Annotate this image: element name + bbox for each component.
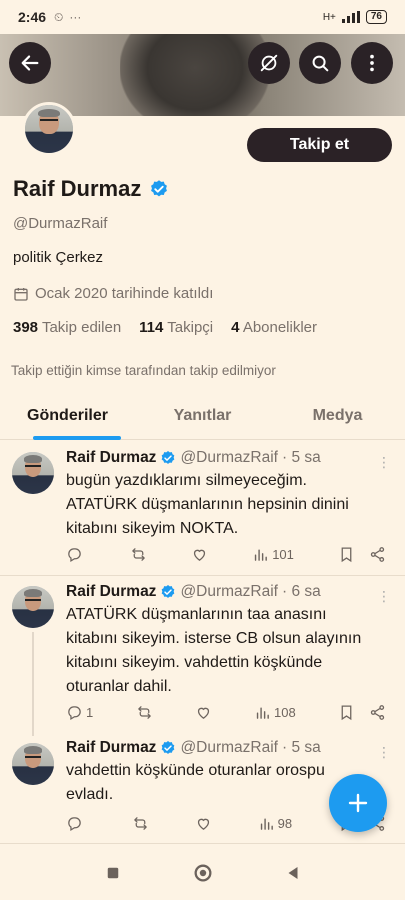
joined-text: Ocak 2020 tarihinde katıldı xyxy=(35,285,214,302)
tweet-text: ATATÜRK düşmanlarının taa anasını kitabı… xyxy=(66,606,362,695)
tweet-extra-actions xyxy=(338,546,386,563)
alarm-icon: ⏲ xyxy=(54,9,64,24)
profile-handle: @DurmazRaif xyxy=(13,215,108,232)
profile-stats: 398 Takip edilen 114 Takipçi 4 Abonelikl… xyxy=(13,319,317,336)
tweet-avatar[interactable] xyxy=(12,452,54,494)
like-button[interactable] xyxy=(195,704,212,721)
tab-replies[interactable]: Yanıtlar xyxy=(135,396,270,439)
verified-badge-icon xyxy=(162,741,175,754)
views-button[interactable]: 101 xyxy=(252,546,294,563)
thread-connector xyxy=(32,632,34,736)
status-right: H+ 76 xyxy=(323,10,387,24)
views-button[interactable]: 108 xyxy=(254,704,296,721)
more-notifications-icon: ··· xyxy=(69,10,82,24)
retweet-icon xyxy=(132,548,145,561)
grok-button[interactable] xyxy=(248,42,290,84)
search-button[interactable] xyxy=(299,42,341,84)
network-type: H+ xyxy=(322,11,336,23)
retweet-button[interactable] xyxy=(130,546,147,563)
share-icon[interactable] xyxy=(369,546,386,563)
retweet-button[interactable] xyxy=(136,704,153,721)
calendar-icon xyxy=(14,287,28,301)
views-button[interactable]: 98 xyxy=(258,815,292,832)
retweet-icon xyxy=(134,817,147,830)
back-button[interactable] xyxy=(9,42,51,84)
plus-icon xyxy=(348,793,368,813)
views-chart-icon xyxy=(260,818,273,830)
profile-banner xyxy=(0,34,405,116)
views-chart-icon xyxy=(255,549,268,561)
more-options-button[interactable] xyxy=(351,42,393,84)
banner-portrait xyxy=(120,34,270,116)
not-followed-note: Takip ettiğin kimse tarafından takip edi… xyxy=(11,363,276,378)
heart-icon xyxy=(197,818,209,830)
tweet-menu-icon[interactable]: ⋮ xyxy=(377,454,391,471)
verified-badge-icon xyxy=(162,451,175,464)
system-navigation-bar xyxy=(0,845,405,900)
following-stat[interactable]: 398 Takip edilen xyxy=(13,319,121,336)
like-button[interactable] xyxy=(195,815,212,832)
tweet-avatar[interactable] xyxy=(12,586,54,628)
profile-name: Raif Durmaz xyxy=(13,176,142,201)
signal-icon xyxy=(341,11,360,23)
follow-button[interactable]: Takip et xyxy=(247,128,392,162)
retweet-button[interactable] xyxy=(132,815,149,832)
tweet-text: bugün yazdıklarımı silmeyeceğim. ATATÜRK… xyxy=(66,472,349,537)
reply-button[interactable] xyxy=(66,815,86,832)
recents-square-icon[interactable] xyxy=(104,864,122,882)
tweet-actions: 101 xyxy=(66,546,386,563)
arrow-left-icon xyxy=(21,55,39,71)
tweet-author-name[interactable]: Raif Durmaz xyxy=(66,449,156,467)
tweet-author-handle: @DurmazRaif xyxy=(180,739,278,756)
tweet-author-handle: @DurmazRaif xyxy=(180,449,278,466)
reply-icon xyxy=(68,706,81,721)
retweet-icon xyxy=(137,706,151,719)
slash-circle-icon xyxy=(260,54,278,72)
heart-icon xyxy=(194,549,206,561)
profile-joined: Ocak 2020 tarihinde katıldı xyxy=(13,285,213,302)
tweet-author-handle: @DurmazRaif xyxy=(180,583,278,600)
share-icon[interactable] xyxy=(369,704,386,721)
tab-media[interactable]: Medya xyxy=(270,396,405,439)
back-triangle-icon[interactable] xyxy=(284,864,302,882)
tweet-actions: 1 108 xyxy=(66,704,386,721)
tweet-extra-actions xyxy=(338,704,386,721)
verified-badge-icon xyxy=(162,585,175,598)
tweet-time: · 5 sa xyxy=(282,449,321,466)
bookmark-icon[interactable] xyxy=(338,704,355,721)
profile-tabs: Gönderiler Yanıtlar Medya xyxy=(0,396,405,440)
verified-badge-icon[interactable] xyxy=(149,179,169,199)
tweet-avatar[interactable] xyxy=(12,743,54,785)
tweet-author-name[interactable]: Raif Durmaz xyxy=(66,739,156,757)
status-left-icons: ⏲ ··· xyxy=(54,10,81,25)
reply-icon xyxy=(68,817,81,832)
tweet-menu-icon[interactable]: ⋮ xyxy=(377,744,391,761)
reply-icon xyxy=(68,548,81,563)
compose-post-button[interactable] xyxy=(329,774,387,832)
tweet-author-name[interactable]: Raif Durmaz xyxy=(66,583,156,601)
bookmark-icon[interactable] xyxy=(338,546,355,563)
profile-bio: politik Çerkez xyxy=(13,249,104,266)
vertical-dots-icon xyxy=(370,54,374,72)
subscriptions-stat[interactable]: 4 Abonelikler xyxy=(231,319,317,336)
status-bar: 2:46 ⏲ ··· H+ 76 xyxy=(0,0,405,34)
heart-icon xyxy=(197,707,209,719)
tweet-time: · 6 sa xyxy=(282,583,321,600)
battery-indicator: 76 xyxy=(365,10,387,24)
status-time: 2:46 xyxy=(18,9,47,25)
views-chart-icon xyxy=(256,707,269,719)
home-circle-icon[interactable] xyxy=(192,862,214,884)
tweet[interactable]: Raif Durmaz @DurmazRaif · 5 sa bugün yaz… xyxy=(0,440,405,576)
reply-button[interactable]: 1 xyxy=(66,704,93,721)
profile-name-row: Raif Durmaz xyxy=(13,176,169,202)
reply-button[interactable] xyxy=(66,546,86,563)
tweet-time: · 5 sa xyxy=(282,739,321,756)
tab-posts[interactable]: Gönderiler xyxy=(0,396,135,440)
followers-stat[interactable]: 114 Takipçi xyxy=(139,319,213,336)
search-icon xyxy=(312,55,329,72)
tweet-menu-icon[interactable]: ⋮ xyxy=(377,588,391,605)
tweet[interactable]: Raif Durmaz @DurmazRaif · 6 sa ATATÜRK d… xyxy=(0,576,405,736)
profile-avatar[interactable] xyxy=(22,102,76,156)
like-button[interactable] xyxy=(191,546,208,563)
